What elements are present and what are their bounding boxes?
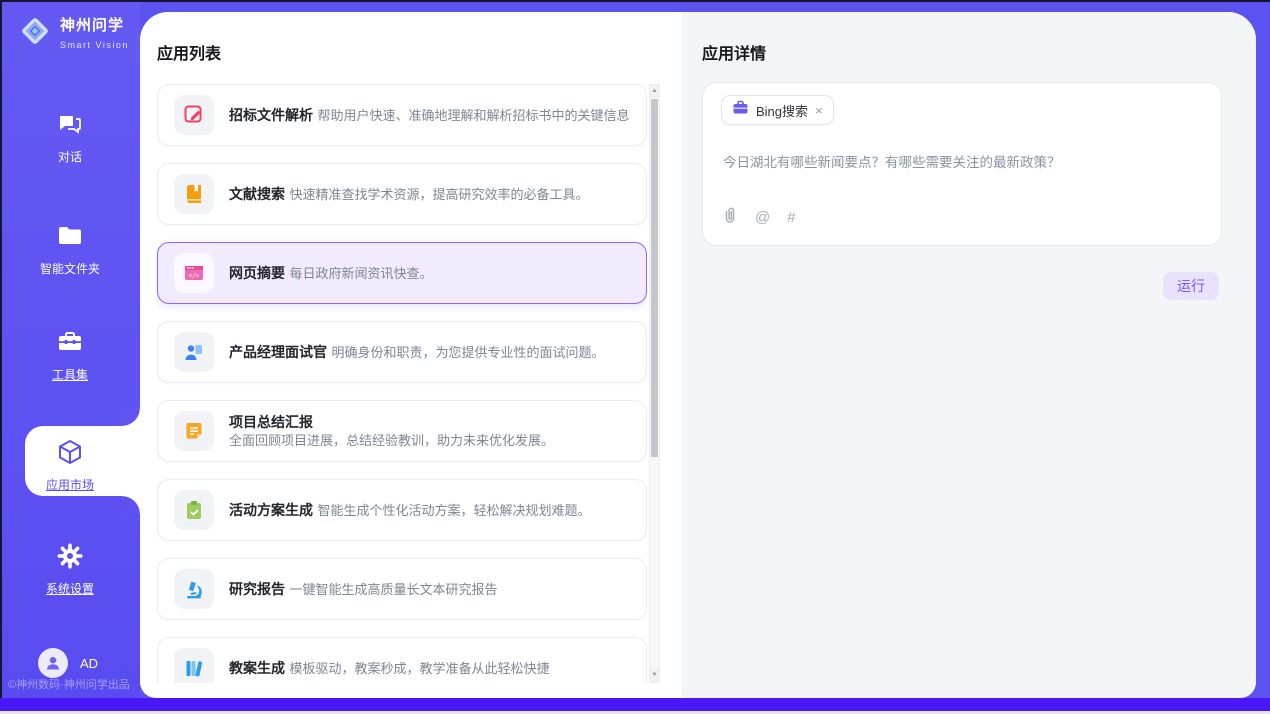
paperclip-icon[interactable]: [722, 206, 738, 229]
app-desc: 快速精准查找学术资源，提高研究效率的必备工具。: [289, 187, 588, 202]
avatar: [38, 648, 68, 678]
app-title: 活动方案生成: [229, 502, 313, 518]
sidebar-item-smart-folder[interactable]: 智能文件夹: [0, 222, 140, 277]
app-card-activity-plan[interactable]: 活动方案生成 智能生成个性化活动方案，轻松解决规划难题。: [157, 479, 647, 541]
app-title: 教案生成: [229, 660, 285, 676]
svg-text:</>: </>: [189, 273, 200, 280]
sidebar-item-label: 系统设置: [0, 580, 140, 597]
bottom-accent-bar: [0, 698, 1270, 711]
scroll-up-arrow-icon[interactable]: ▲: [650, 85, 659, 98]
prompt-card: Bing搜索 × 今日湖北有哪些新闻要点？有哪些需要关注的最新政策？ @ #: [702, 82, 1222, 246]
app-card-research-report[interactable]: 研究报告 一键智能生成高质量长文本研究报告: [157, 558, 647, 620]
app-detail-panel: 应用详情 Bing搜索 × 今日湖北有哪些新闻要点？有哪些需要关注的最新政策？: [682, 12, 1256, 698]
run-button[interactable]: 运行: [1163, 272, 1219, 300]
toolbox-icon: [56, 328, 84, 356]
briefcase-icon: [732, 99, 749, 121]
app-title: 产品经理面试官: [229, 344, 327, 360]
sidebar-item-label: 工具集: [0, 366, 140, 383]
app-desc: 一键智能生成高质量长文本研究报告: [289, 582, 497, 597]
main-content: 应用列表 招标文件解析 帮助用户快速、准确地理解和解析招标书中的关键信息: [140, 12, 1256, 698]
mention-icon[interactable]: @: [755, 209, 770, 226]
brand-name: 神州问学: [60, 17, 124, 34]
sidebar-item-label: 应用市场: [0, 476, 140, 493]
topic-hash-icon[interactable]: #: [787, 209, 795, 226]
sidebar-item-label: 智能文件夹: [0, 260, 140, 277]
book-icon: [174, 174, 214, 214]
app-card-lesson-plan[interactable]: 教案生成 模板驱动，教案秒成，教学准备从此轻松快捷: [157, 637, 647, 683]
scrollbar-thumb[interactable]: [651, 99, 658, 457]
tool-tag-bing-search[interactable]: Bing搜索 ×: [721, 95, 834, 125]
sidebar: 神州问学 Smart Vision 对话 智能文件夹: [0, 0, 140, 698]
diamond-logo-icon: [18, 14, 52, 53]
copyright-text: ©神州数码·神州问学出品: [8, 676, 130, 692]
sidebar-item-chat[interactable]: 对话: [0, 110, 140, 165]
close-icon[interactable]: ×: [815, 104, 823, 117]
sidebar-item-toolset[interactable]: 工具集: [0, 328, 140, 383]
interviewer-icon: [174, 332, 214, 372]
clipboard-check-icon: [174, 490, 214, 530]
scroll-down-arrow-icon[interactable]: ▼: [650, 669, 659, 682]
gear-icon: [56, 542, 84, 570]
brand-logo: 神州问学 Smart Vision: [18, 14, 140, 53]
app-desc: 明确身份和职责，为您提供专业性的面试问题。: [331, 345, 604, 360]
app-desc: 帮助用户快速、准确地理解和解析招标书中的关键信息: [317, 108, 629, 123]
folder-icon: [56, 222, 84, 250]
app-detail-title: 应用详情: [702, 40, 766, 64]
app-card-project-summary[interactable]: 项目总结汇报 全面回顾项目进展，总结经验教训，助力未来优化发展。: [157, 400, 647, 462]
sidebar-item-system-settings[interactable]: 系统设置: [0, 542, 140, 597]
window-top-border: [0, 0, 1270, 2]
chat-icon: [56, 110, 84, 138]
app-card-literature-search[interactable]: 文献搜索 快速精准查找学术资源，提高研究效率的必备工具。: [157, 163, 647, 225]
app-desc: 每日政府新闻资讯快查。: [289, 266, 432, 281]
sidebar-item-label: 对话: [0, 148, 140, 165]
app-list-title: 应用列表: [157, 40, 221, 64]
app-title: 招标文件解析: [229, 107, 313, 123]
input-toolbar: @ #: [722, 206, 796, 229]
user-account[interactable]: AD: [38, 648, 98, 678]
app-title: 研究报告: [229, 581, 285, 597]
cube-icon: [56, 438, 84, 466]
app-desc: 智能生成个性化活动方案，轻松解决规划难题。: [317, 503, 590, 518]
app-desc: 全面回顾项目进展，总结经验教训，助力未来优化发展。: [229, 433, 554, 448]
brand-subtitle: Smart Vision: [60, 40, 129, 50]
app-title: 网页摘要: [229, 265, 285, 281]
app-card-web-summary[interactable]: </> 网页摘要 每日政府新闻资讯快查。: [157, 242, 647, 304]
user-initials: AD: [80, 656, 98, 671]
pen-square-icon: [174, 95, 214, 135]
memo-icon: [174, 411, 214, 451]
app-title: 项目总结汇报: [229, 414, 313, 430]
app-desc: 模板驱动，教案秒成，教学准备从此轻松快捷: [289, 661, 549, 676]
microscope-icon: [174, 569, 214, 609]
app-list-scrollbar[interactable]: ▲ ▼: [649, 84, 660, 683]
query-input[interactable]: 今日湖北有哪些新闻要点？有哪些需要关注的最新政策？: [723, 151, 1201, 171]
window-left-border: [0, 0, 2, 698]
sidebar-item-app-market[interactable]: 应用市场: [0, 438, 140, 493]
app-card-bid-analysis[interactable]: 招标文件解析 帮助用户快速、准确地理解和解析招标书中的关键信息: [157, 84, 647, 146]
app-title: 文献搜索: [229, 186, 285, 202]
browser-code-icon: </>: [174, 253, 214, 293]
app-card-pm-interviewer[interactable]: 产品经理面试官 明确身份和职责，为您提供专业性的面试问题。: [157, 321, 647, 383]
books-icon: [174, 648, 214, 683]
tool-tag-label: Bing搜索: [756, 101, 808, 120]
app-list: 招标文件解析 帮助用户快速、准确地理解和解析招标书中的关键信息 文献搜索 快速精…: [157, 84, 647, 683]
